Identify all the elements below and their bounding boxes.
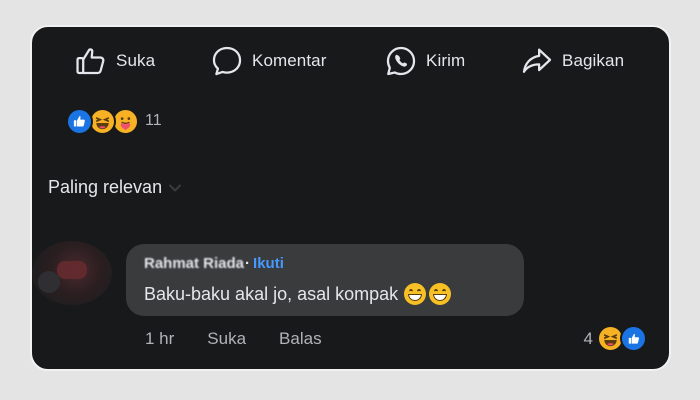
reaction-count: 11 xyxy=(145,112,162,129)
comment-author[interactable]: Rahmat Riada xyxy=(144,255,244,272)
haha-reaction-icon xyxy=(89,107,116,135)
action-bar: Suka Komentar Kirim Bagikan xyxy=(32,41,669,81)
grinning-emoji-icon xyxy=(429,283,452,305)
share-label: Bagikan xyxy=(562,51,625,70)
comment-author-line: Rahmat Riada· Ikuti xyxy=(144,255,284,272)
chevron-down-icon xyxy=(169,184,182,191)
care-reaction-icon xyxy=(112,107,139,135)
comment-body: Baku-baku akal jo, asal kompak xyxy=(144,283,399,304)
like-reaction-icon xyxy=(66,107,93,135)
comment-label: Komentar xyxy=(252,51,327,70)
thumbs-up-icon xyxy=(76,48,105,75)
comment-time[interactable]: 1 hr xyxy=(145,329,174,349)
comment-button[interactable]: Komentar xyxy=(210,41,327,81)
like-reaction-icon xyxy=(620,325,647,352)
comment-like-link[interactable]: Suka xyxy=(207,329,246,349)
send-button[interactable]: Kirim xyxy=(384,41,465,81)
comment-bubble-icon xyxy=(212,46,242,76)
post-footer-card: Suka Komentar Kirim Bagikan 11 Paling re… xyxy=(30,25,671,371)
like-label: Suka xyxy=(116,51,156,70)
author-separator: · xyxy=(245,255,251,272)
comment-reaction-count: 4 xyxy=(583,328,593,348)
comment-bubble: Rahmat Riada· Ikuti Baku-baku akal jo, as… xyxy=(126,244,524,316)
share-button[interactable]: Bagikan xyxy=(520,41,624,81)
grinning-emoji-icon xyxy=(404,283,427,305)
comment-reaction-summary[interactable]: 4 xyxy=(584,325,647,352)
comment-text: Baku-baku akal jo, asal kompak xyxy=(144,283,452,305)
reaction-summary[interactable]: 11 xyxy=(66,105,162,137)
comment-sort-dropdown[interactable]: Paling relevan xyxy=(48,177,182,198)
comment-reply-link[interactable]: Balas xyxy=(279,329,322,349)
like-button[interactable]: Suka xyxy=(74,41,155,81)
send-label: Kirim xyxy=(426,51,466,70)
whatsapp-icon xyxy=(386,46,416,76)
avatar[interactable] xyxy=(32,241,112,305)
sort-label: Paling relevan xyxy=(48,177,163,197)
share-arrow-icon xyxy=(522,48,552,73)
comment-meta: 1 hr Suka Balas xyxy=(145,329,322,349)
follow-link[interactable]: Ikuti xyxy=(253,255,284,272)
